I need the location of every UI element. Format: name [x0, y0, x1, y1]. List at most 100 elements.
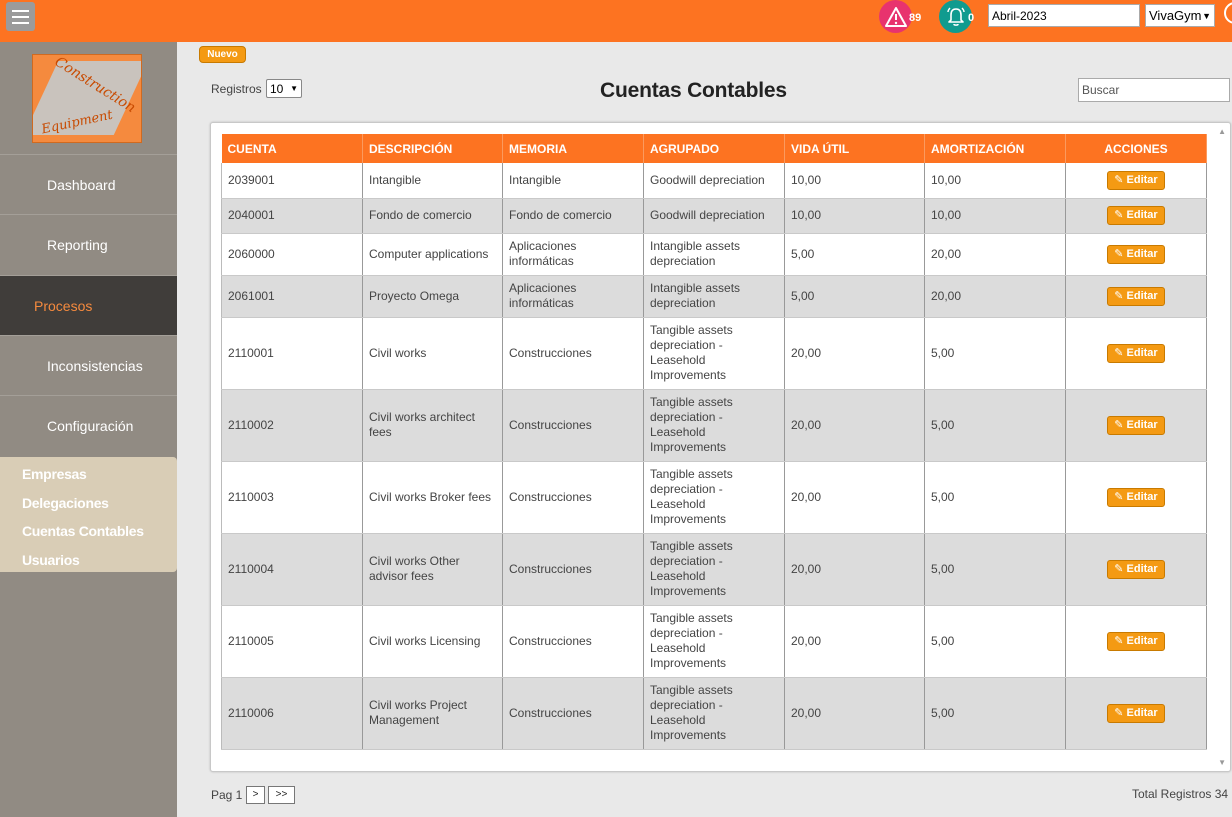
column-header-memoria[interactable]: MEMORIA [502, 134, 644, 163]
cell-descripcion: Intangible [362, 163, 503, 199]
company-logo: Construction Equipment [32, 54, 142, 143]
cell-cuenta: 2110005 [221, 605, 363, 678]
cell-amortizacion: 5,00 [924, 461, 1066, 534]
cell-agrupado: Goodwill depreciation [643, 198, 785, 234]
edit-button-label: Editar [1126, 706, 1158, 719]
column-header-cuenta[interactable]: CUENTA [221, 134, 363, 163]
page-title: Cuentas Contables [600, 79, 787, 102]
scroll-up-icon[interactable]: ▲ [1218, 127, 1226, 136]
table-row: 2060000 Computer applications Aplicaciones… [221, 233, 1207, 276]
cell-descripcion: Computer applications [362, 233, 503, 276]
cell-amortizacion: 20,00 [924, 233, 1066, 276]
edit-button[interactable]: ✎ Editar [1107, 343, 1165, 363]
cell-vida-util: 5,00 [784, 233, 925, 276]
cell-memoria: Aplicaciones informáticas [502, 233, 644, 276]
hamburger-icon-line [12, 21, 29, 24]
table-row: 2110001 Civil works Construcciones Tangible… [221, 317, 1207, 390]
cell-cuenta: 2110006 [221, 677, 363, 750]
cell-memoria: Construcciones [502, 461, 644, 534]
edit-button[interactable]: ✎ Editar [1107, 559, 1165, 579]
edit-button[interactable]: ✎ Editar [1107, 244, 1165, 264]
chevron-down-icon: ▼ [290, 84, 298, 93]
registros-select[interactable]: 10 ▼ [266, 79, 302, 98]
company-select[interactable]: VivaGym ▼ [1145, 4, 1215, 27]
edit-icon: ✎ [1114, 490, 1124, 503]
next-page-button[interactable]: > [246, 786, 265, 804]
sidebar-item-label: Inconsistencias [47, 357, 143, 374]
cell-cuenta: 2110003 [221, 461, 363, 534]
edit-button[interactable]: ✎ Editar [1107, 170, 1165, 190]
edit-button[interactable]: ✎ Editar [1107, 631, 1165, 651]
edit-button[interactable]: ✎ Editar [1107, 206, 1165, 225]
submenu-item-empresas[interactable]: Empresas [0, 460, 177, 489]
sidebar-item-procesos[interactable]: Procesos [0, 275, 177, 335]
chevron-down-icon: ▼ [1202, 10, 1211, 21]
cell-agrupado: Tangible assets depreciation - Leasehold… [643, 461, 785, 534]
registros-select-value: 10 [270, 81, 284, 96]
cell-vida-util: 20,00 [784, 677, 925, 750]
notifications-count: 0 [968, 12, 975, 24]
scroll-down-icon[interactable]: ▼ [1218, 758, 1226, 767]
top-bar: 89 0 VivaGym ▼ [0, 0, 1232, 42]
edit-icon: ✎ [1114, 247, 1124, 260]
cell-memoria: Construcciones [502, 533, 644, 606]
column-header-amortizacion[interactable]: AMORTIZACIÓN [924, 134, 1066, 163]
column-header-vida-util[interactable]: VIDA ÚTIL [784, 134, 925, 163]
submenu-item-usuarios[interactable]: Usuarios [0, 546, 177, 575]
user-avatar[interactable] [1224, 2, 1232, 24]
edit-button[interactable]: ✎ Editar [1107, 286, 1165, 306]
cell-acciones: ✎ Editar [1065, 605, 1207, 678]
edit-icon: ✎ [1114, 289, 1124, 302]
edit-button[interactable]: ✎ Editar [1107, 703, 1165, 723]
cell-vida-util: 5,00 [784, 275, 925, 318]
cell-cuenta: 2110002 [221, 389, 363, 462]
edit-button-label: Editar [1126, 247, 1158, 260]
sidebar: Construction Equipment Dashboard Reporti… [0, 42, 177, 817]
table-row: 2110005 Civil works Licensing Construccion… [221, 605, 1207, 678]
submenu-item-delegaciones[interactable]: Delegaciones [0, 489, 177, 518]
edit-button[interactable]: ✎ Editar [1107, 415, 1165, 435]
cell-amortizacion: 10,00 [924, 198, 1066, 234]
cell-vida-util: 20,00 [784, 317, 925, 390]
cell-amortizacion: 20,00 [924, 275, 1066, 318]
cell-descripcion: Civil works architect fees [362, 389, 503, 462]
last-page-button[interactable]: >> [268, 786, 295, 804]
cell-amortizacion: 5,00 [924, 677, 1066, 750]
cell-vida-util: 10,00 [784, 198, 925, 234]
edit-button-label: Editar [1126, 562, 1158, 575]
sidebar-item-configuracion[interactable]: Configuración [0, 395, 177, 455]
cell-agrupado: Tangible assets depreciation - Leasehold… [643, 533, 785, 606]
cell-acciones: ✎ Editar [1065, 275, 1207, 318]
cell-cuenta: 2060000 [221, 233, 363, 276]
menu-toggle-button[interactable] [6, 2, 35, 31]
edit-icon: ✎ [1114, 562, 1124, 575]
table-row: 2110006 Civil works Project Management Con… [221, 677, 1207, 750]
sidebar-item-reporting[interactable]: Reporting [0, 214, 177, 274]
cell-amortizacion: 10,00 [924, 163, 1066, 199]
new-button[interactable]: Nuevo [199, 46, 246, 63]
sidebar-item-dashboard[interactable]: Dashboard [0, 154, 177, 214]
cell-agrupado: Tangible assets depreciation - Leasehold… [643, 389, 785, 462]
cell-memoria: Construcciones [502, 389, 644, 462]
cell-memoria: Construcciones [502, 677, 644, 750]
search-input[interactable] [1078, 78, 1230, 102]
edit-button-label: Editar [1126, 634, 1158, 647]
table-row: 2110002 Civil works architect fees Constru… [221, 389, 1207, 462]
column-header-agrupado[interactable]: AGRUPADO [643, 134, 785, 163]
cell-amortizacion: 5,00 [924, 389, 1066, 462]
cell-cuenta: 2110004 [221, 533, 363, 606]
alerts-count: 89 [909, 12, 922, 24]
column-header-descripcion[interactable]: DESCRIPCIÓN [362, 134, 503, 163]
sidebar-item-inconsistencias[interactable]: Inconsistencias [0, 335, 177, 395]
cell-descripcion: Civil works Licensing [362, 605, 503, 678]
sidebar-item-label: Reporting [47, 236, 108, 253]
warning-icon [884, 6, 907, 27]
table-row: 2061001 Proyecto Omega Aplicaciones inform… [221, 275, 1207, 318]
edit-button[interactable]: ✎ Editar [1107, 487, 1165, 507]
cell-memoria: Fondo de comercio [502, 198, 644, 234]
alerts-button[interactable] [879, 0, 912, 33]
period-field[interactable] [988, 4, 1140, 27]
submenu-item-cuentas-contables[interactable]: Cuentas Contables [0, 517, 177, 546]
cell-agrupado: Intangible assets depreciation [643, 233, 785, 276]
cell-agrupado: Goodwill depreciation [643, 163, 785, 199]
